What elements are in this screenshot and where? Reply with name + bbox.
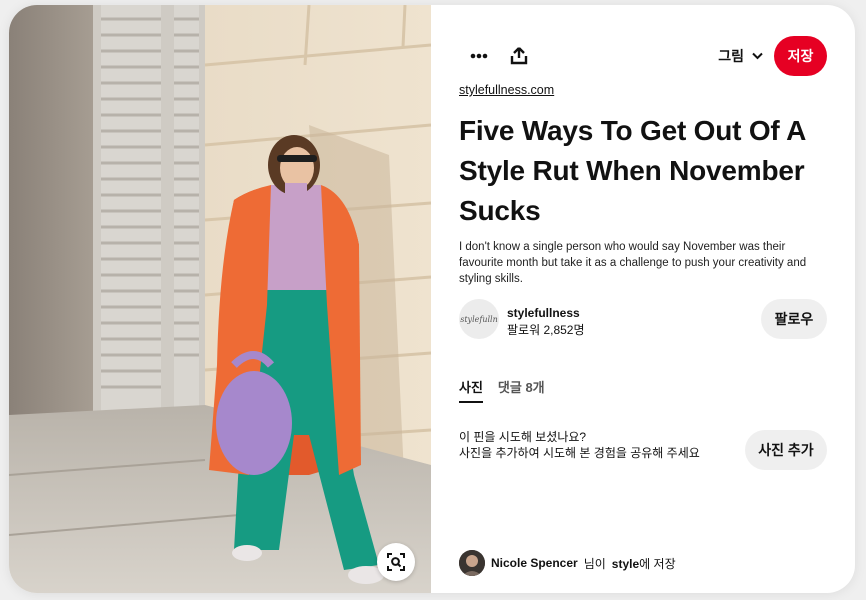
saver-name[interactable]: Nicole Spencer <box>491 556 578 570</box>
share-button[interactable] <box>499 36 539 76</box>
saved-board-name[interactable]: style <box>612 557 639 571</box>
author-avatar[interactable]: stylefulln <box>459 299 499 339</box>
saved-by-row: Nicole Spencer 님이 style에 저장 <box>459 549 676 577</box>
pin-title: Five Ways To Get Out Of A Style Rut When… <box>459 115 806 226</box>
visual-search-icon <box>387 553 405 571</box>
more-dots-icon <box>470 53 488 59</box>
visual-search-button[interactable] <box>377 543 415 581</box>
author-name[interactable]: stylefullness <box>507 306 580 320</box>
author-avatar-text: stylefulln <box>460 314 498 324</box>
tab-comments[interactable]: 댓글 8개 <box>498 377 545 403</box>
saver-avatar-image <box>459 550 485 576</box>
source-link[interactable]: stylefullness.com <box>459 83 554 97</box>
pin-closeup-card: 그림 저장 stylefullness.com Five Ways To Get… <box>9 5 855 593</box>
pin-image[interactable] <box>9 5 431 593</box>
tried-it-hint: 사진을 추가하여 시도해 본 경험을 공유해 주세요 <box>459 446 700 460</box>
share-upload-icon <box>510 47 528 65</box>
saved-suffix: 에 저장 <box>639 556 676 571</box>
pin-details-panel: 그림 저장 stylefullness.com Five Ways To Get… <box>431 5 855 593</box>
tried-it-question: 이 핀을 시도해 보셨나요? <box>459 430 587 444</box>
more-options-button[interactable] <box>459 36 499 76</box>
saved-connector: 님이 <box>583 556 606 571</box>
board-selector[interactable]: 그림 <box>718 36 763 76</box>
tab-photos[interactable]: 사진 <box>459 377 483 403</box>
chevron-down-icon <box>752 52 763 60</box>
pin-toolbar: 그림 저장 <box>459 36 827 76</box>
board-selector-label: 그림 <box>718 48 744 64</box>
author-followers: 팔로워 2,852명 <box>507 323 585 337</box>
pin-tabs: 사진 댓글 8개 <box>459 377 545 403</box>
save-button[interactable]: 저장 <box>774 36 827 76</box>
follow-button[interactable]: 팔로우 <box>761 299 827 339</box>
pin-photo-illustration <box>9 5 431 593</box>
add-photo-button[interactable]: 사진 추가 <box>745 430 827 470</box>
saver-avatar[interactable] <box>459 550 485 576</box>
pin-description: I don't know a single person who would s… <box>459 241 807 285</box>
